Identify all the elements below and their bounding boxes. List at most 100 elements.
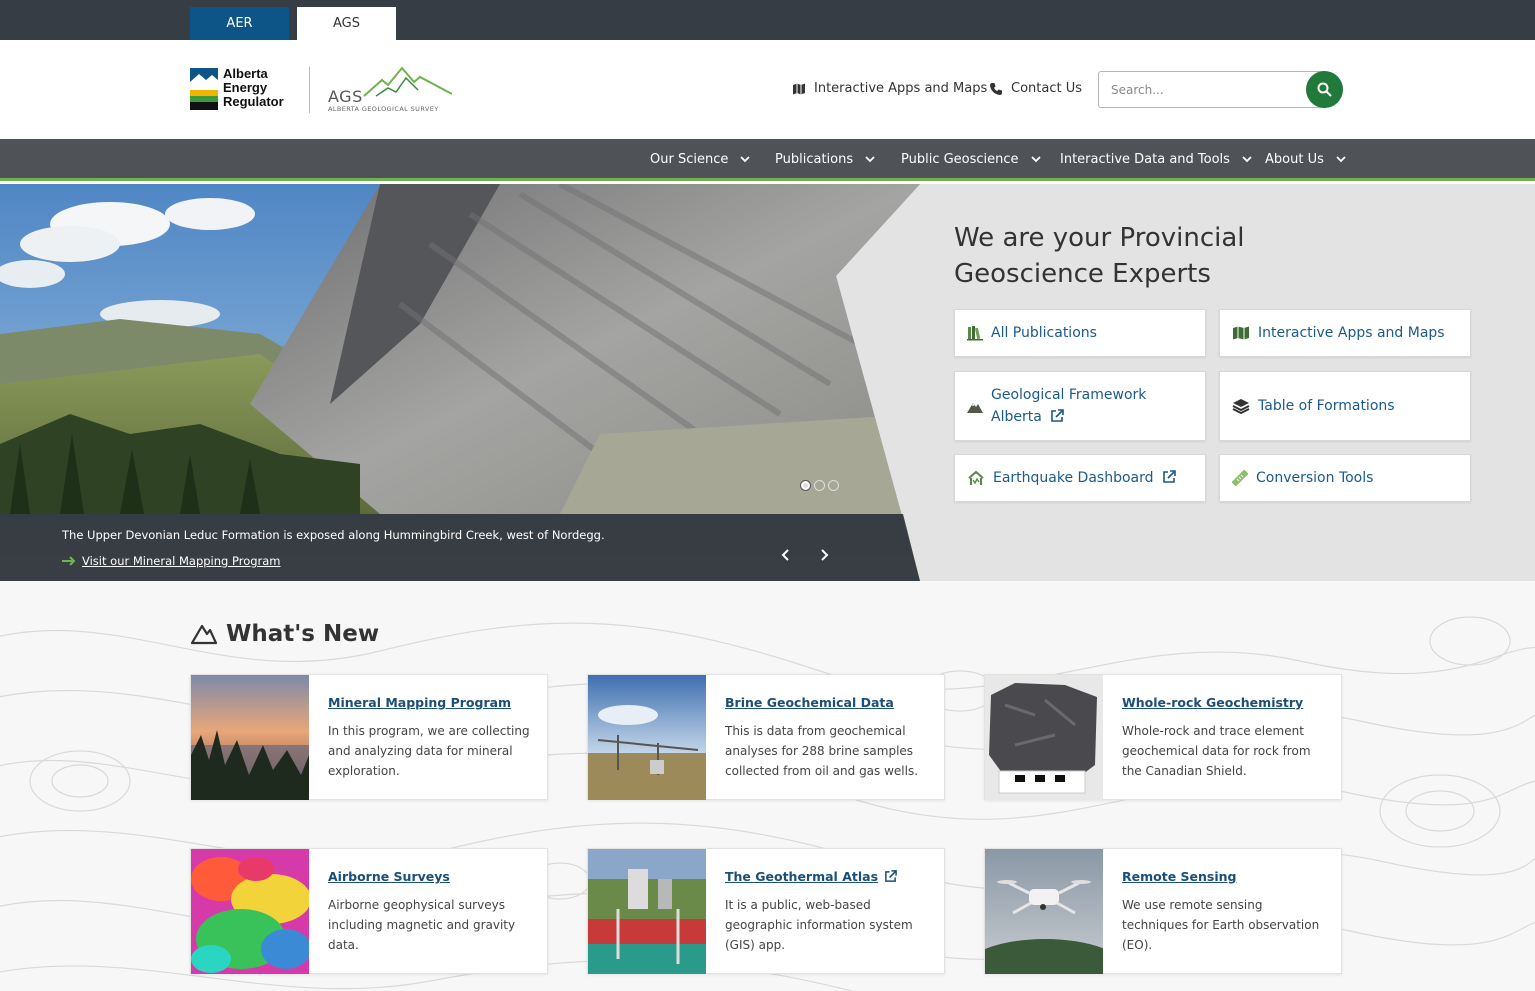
header-apps-maps-label: Interactive Apps and Maps — [814, 81, 988, 96]
quick-link-apps-maps[interactable]: Interactive Apps and Maps — [1219, 309, 1471, 357]
news-card-description: Whole-rock and trace element geochemical… — [1122, 724, 1311, 778]
news-card[interactable]: The Geothermal Atlas It is a public, web… — [587, 848, 945, 974]
nav-our-science[interactable]: Our Science — [650, 152, 750, 167]
news-card-description: We use remote sensing techniques for Ear… — [1122, 898, 1320, 952]
news-card[interactable]: Mineral Mapping Program In this program,… — [190, 674, 548, 800]
quick-link-label-text: Earthquake Dashboard — [993, 470, 1154, 486]
chevron-down-icon — [740, 156, 750, 163]
news-card-title-link[interactable]: Whole-rock Geochemistry — [1122, 695, 1303, 710]
nav-label: Public Geoscience — [901, 152, 1019, 167]
hero-title: We are your Provincial Geoscience Expert… — [954, 223, 1245, 289]
external-link-icon — [1163, 470, 1176, 483]
nav-publications[interactable]: Publications — [775, 152, 875, 167]
carousel-dot[interactable] — [814, 480, 825, 491]
quick-link-earthquake-dashboard[interactable]: Earthquake Dashboard — [954, 454, 1206, 502]
quick-link-label: Interactive Apps and Maps — [1258, 325, 1445, 341]
quick-link-geological-framework[interactable]: Geological Framework Alberta — [954, 371, 1206, 441]
tab-ags[interactable]: AGS — [297, 7, 396, 40]
nav-interactive-data-tools[interactable]: Interactive Data and Tools — [1060, 152, 1252, 167]
quick-link-table-of-formations[interactable]: Table of Formations — [1219, 371, 1471, 441]
news-card-title-link[interactable]: Remote Sensing — [1122, 869, 1236, 884]
ruler-icon — [1232, 470, 1248, 486]
news-card[interactable]: Remote Sensing We use remote sensing tec… — [984, 848, 1342, 974]
quick-link-label: Table of Formations — [1258, 398, 1395, 414]
oil-field-image — [588, 675, 706, 800]
carousel-dot[interactable] — [828, 480, 839, 491]
chevron-down-icon — [1336, 156, 1346, 163]
external-link-icon — [885, 870, 897, 882]
aer-logo[interactable]: Alberta Energy Regulator — [190, 67, 290, 111]
quick-link-label-line: Alberta — [991, 409, 1042, 425]
carousel-dot[interactable] — [800, 480, 811, 491]
search-input[interactable] — [1098, 71, 1328, 108]
carousel-caption-text: The Upper Devonian Leduc Formation is ex… — [62, 528, 605, 542]
quick-link-label: All Publications — [991, 325, 1097, 341]
tab-aer[interactable]: AER — [190, 7, 289, 40]
ags-logo[interactable]: AGS ALBERTA GEOLOGICAL SURVEY — [328, 66, 454, 114]
quick-link-conversion-tools[interactable]: Conversion Tools — [1219, 454, 1471, 502]
whats-new-section: What's New Mineral Mapping Program In th… — [0, 581, 1535, 991]
phone-icon — [990, 82, 1002, 95]
chevron-down-icon — [865, 156, 875, 163]
aer-logo-line: Alberta — [223, 66, 268, 81]
news-card-title-link[interactable]: Airborne Surveys — [328, 869, 450, 884]
site-header: Alberta Energy Regulator AGS ALBERTA GEO… — [0, 40, 1535, 139]
books-icon — [967, 326, 983, 341]
mineral-mapping-link[interactable]: Visit our Mineral Mapping Program — [62, 554, 281, 568]
main-nav: Our Science Publications Public Geoscien… — [0, 139, 1535, 181]
nav-label: About Us — [1265, 152, 1324, 167]
carousel-next-button[interactable] — [816, 546, 834, 564]
chevron-right-icon — [821, 549, 829, 561]
news-card-title-link[interactable]: Mineral Mapping Program — [328, 695, 511, 710]
news-card-title-link[interactable]: Brine Geochemical Data — [725, 695, 894, 710]
header-contact-label: Contact Us — [1011, 81, 1082, 96]
mineral-mapping-link-label: Visit our Mineral Mapping Program — [82, 554, 281, 568]
quick-link-all-publications[interactable]: All Publications — [954, 309, 1206, 357]
sunset-lake-image — [191, 675, 309, 800]
external-link-icon — [1051, 409, 1065, 422]
magnetic-survey-map-image — [191, 849, 309, 974]
nav-about-us[interactable]: About Us — [1265, 152, 1346, 167]
aer-logo-line: Energy — [223, 80, 268, 95]
logo-divider — [309, 67, 310, 113]
geothermal-illustration-image — [588, 849, 706, 974]
header-apps-maps-link[interactable]: Interactive Apps and Maps — [792, 81, 987, 96]
aer-logo-mark-icon — [190, 68, 218, 110]
layers-icon — [1232, 399, 1250, 414]
chevron-left-icon — [781, 549, 789, 561]
nav-label: Interactive Data and Tools — [1060, 152, 1230, 167]
news-card[interactable]: Whole-rock Geochemistry Whole-rock and t… — [984, 674, 1342, 800]
aer-logo-line: Regulator — [223, 94, 284, 109]
ags-logo-word: AGS — [328, 87, 363, 106]
arrow-right-icon — [62, 556, 76, 566]
earthquake-house-icon — [968, 470, 984, 485]
mountain-logo-icon — [363, 66, 452, 97]
news-card[interactable]: Airborne Surveys Airborne geophysical su… — [190, 848, 548, 974]
news-card-title: Airborne Surveys — [328, 869, 450, 884]
aer-logo-text: Alberta Energy Regulator — [223, 67, 284, 109]
carousel-prev-button[interactable] — [776, 546, 794, 564]
mountain-outline-icon — [190, 624, 218, 645]
news-card-title: The Geothermal Atlas — [725, 869, 879, 884]
hero-section: The Upper Devonian Leduc Formation is ex… — [0, 184, 1535, 581]
news-card-description: This is data from geochemical analyses f… — [725, 724, 919, 778]
nav-label: Publications — [775, 152, 854, 167]
news-card-title: Remote Sensing — [1122, 869, 1237, 884]
ags-logo-subtitle: ALBERTA GEOLOGICAL SURVEY — [328, 105, 439, 113]
rock-sample-image — [985, 675, 1103, 800]
drone-image — [985, 849, 1103, 974]
news-card[interactable]: Brine Geochemical Data This is data from… — [587, 674, 945, 800]
header-contact-link[interactable]: Contact Us — [989, 81, 1082, 96]
map-icon — [793, 83, 805, 94]
chevron-down-icon — [1030, 156, 1041, 163]
nav-label: Our Science — [650, 152, 729, 167]
news-card-description: Airborne geophysical surveys including m… — [328, 898, 516, 952]
news-card-description: In this program, we are collecting and a… — [328, 724, 530, 778]
quick-link-label: Earthquake Dashboard — [993, 467, 1176, 489]
search-button[interactable] — [1306, 71, 1343, 108]
news-card-title-link[interactable]: The Geothermal Atlas — [725, 869, 897, 884]
news-card-title: Brine Geochemical Data — [725, 695, 894, 710]
whats-new-title: What's New — [226, 621, 380, 647]
site-switcher-bar: AER AGS — [0, 0, 1535, 40]
nav-public-geoscience[interactable]: Public Geoscience — [901, 152, 1041, 167]
